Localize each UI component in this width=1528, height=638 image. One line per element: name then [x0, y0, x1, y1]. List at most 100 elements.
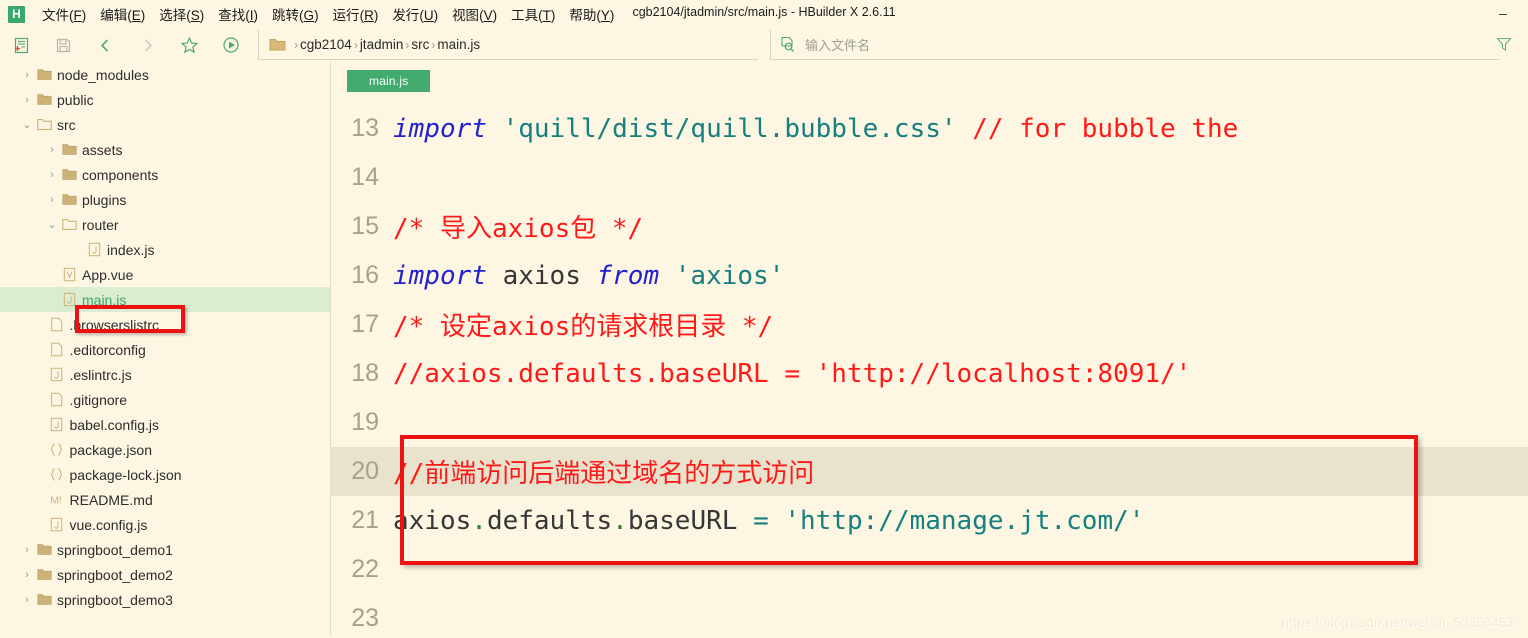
- breadcrumb-segment-jtadmin[interactable]: jtadmin: [360, 37, 404, 52]
- line-number: 14: [351, 163, 379, 191]
- chevron-right-icon[interactable]: ›: [20, 69, 34, 81]
- file-search-icon: [781, 36, 794, 52]
- tree-item-.browserslistrc[interactable]: .browserslistrc: [0, 312, 330, 337]
- code-token: //axios.defaults.baseURL = 'http://local…: [393, 358, 1192, 389]
- favorite-button[interactable]: [168, 30, 210, 60]
- code-token: //前端访问后端通过域名的方式访问: [393, 459, 815, 489]
- code-line-18[interactable]: 18 //axios.defaults.baseURL = 'http://loc…: [331, 349, 1528, 398]
- chevron-right-icon[interactable]: ›: [20, 544, 34, 556]
- menu-item-5[interactable]: 跳转(G): [265, 4, 326, 24]
- chevron-right-icon[interactable]: ›: [45, 194, 59, 206]
- file-search-input[interactable]: 输入文件名: [805, 35, 870, 54]
- code-line-14[interactable]: 14: [331, 153, 1528, 202]
- tree-item-.gitignore[interactable]: .gitignore: [0, 387, 330, 412]
- new-file-button[interactable]: [0, 30, 42, 60]
- tree-item-label: README.md: [69, 491, 153, 508]
- tree-item-icon: [59, 292, 79, 307]
- tree-item-.eslintrc.js[interactable]: .eslintrc.js: [0, 362, 330, 387]
- hbuilderx-window: H 文件(F) 编辑(E) 选择(S) 查找(I) 跳转(G) 运行(R) 发行(U) 视图(…: [0, 0, 1528, 638]
- tree-item-babel.config.js[interactable]: babel.config.js: [0, 412, 330, 437]
- tree-item-README.md[interactable]: M! README.md: [0, 487, 330, 512]
- code-line-13[interactable]: 13 import 'quill/dist/quill.bubble.css' /…: [331, 104, 1528, 153]
- tree-item-icon: [59, 217, 79, 232]
- breadcrumb-segments: › cgb2104 › jtadmin › src › main.js: [292, 37, 480, 52]
- tree-item-main.js[interactable]: main.js: [0, 287, 330, 312]
- code-line-17[interactable]: 17 /* 设定axios的请求根目录 */: [331, 300, 1528, 349]
- tree-item-icon: [47, 442, 67, 457]
- menu-item-label: 工具: [511, 8, 539, 23]
- line-number: 19: [351, 408, 379, 436]
- code-line-19[interactable]: 19: [331, 398, 1528, 447]
- folder-icon: [61, 169, 77, 180]
- minimize-button[interactable]: –: [1492, 5, 1514, 21]
- tree-item-assets[interactable]: › assets: [0, 137, 330, 162]
- tree-item-icon: [59, 142, 79, 157]
- folder-icon: [36, 69, 52, 80]
- menu-item-3[interactable]: 选择(S): [152, 4, 211, 24]
- tree-item-plugins[interactable]: › plugins: [0, 187, 330, 212]
- menu-item-9[interactable]: 工具(T): [504, 4, 562, 24]
- file-explorer[interactable]: › node_modules › public ⌄ src › assets › componen…: [0, 62, 330, 638]
- tree-item-springboot_demo1[interactable]: › springboot_demo1: [0, 537, 330, 562]
- line-number: 23: [351, 604, 379, 632]
- code-line-16[interactable]: 16 import axios from 'axios': [331, 251, 1528, 300]
- tree-item-components[interactable]: › components: [0, 162, 330, 187]
- tree-item-package-lock.json[interactable]: package-lock.json: [0, 462, 330, 487]
- breadcrumb-segment-main.js[interactable]: main.js: [437, 37, 480, 52]
- markdown-file-icon: M!: [50, 495, 62, 507]
- menu-item-4[interactable]: 查找(I): [211, 4, 265, 24]
- back-button[interactable]: [84, 30, 126, 60]
- tree-item-src[interactable]: ⌄ src: [0, 112, 330, 137]
- folder-icon: [36, 569, 52, 580]
- breadcrumb[interactable]: › cgb2104 › jtadmin › src › main.js: [258, 30, 758, 60]
- chevron-right-icon[interactable]: ›: [45, 144, 59, 156]
- menu-item-10[interactable]: 帮助(Y): [562, 4, 621, 24]
- chevron-down-icon[interactable]: ⌄: [20, 118, 34, 131]
- chevron-right-icon[interactable]: ›: [20, 594, 34, 606]
- menu-item-mnemonic: (R): [359, 8, 379, 23]
- tree-item-.editorconfig[interactable]: .editorconfig: [0, 337, 330, 362]
- menu-item-8[interactable]: 视图(V): [445, 4, 504, 24]
- tree-item-App.vue[interactable]: App.vue: [0, 262, 330, 287]
- chevron-down-icon[interactable]: ⌄: [45, 218, 59, 231]
- menu-item-6[interactable]: 运行(R): [326, 4, 386, 24]
- tree-item-package.json[interactable]: package.json: [0, 437, 330, 462]
- run-button[interactable]: [210, 30, 252, 60]
- menu-item-2[interactable]: 编辑(E): [93, 4, 152, 24]
- forward-button[interactable]: [126, 30, 168, 60]
- code-editor[interactable]: main.js 13 import 'quill/dist/quill.bubbl…: [331, 62, 1528, 638]
- breadcrumb-segment-cgb2104[interactable]: cgb2104: [300, 37, 352, 52]
- code-line-20[interactable]: 20 //前端访问后端通过域名的方式访问: [331, 447, 1528, 496]
- menu-item-mnemonic: (U): [419, 8, 439, 23]
- code-line-21[interactable]: 21 axios.defaults.baseURL = 'http://manag…: [331, 496, 1528, 545]
- tree-item-label: .eslintrc.js: [69, 366, 132, 383]
- breadcrumb-segment-src[interactable]: src: [411, 37, 429, 52]
- tree-item-springboot_demo2[interactable]: › springboot_demo2: [0, 562, 330, 587]
- tree-item-index.js[interactable]: index.js: [0, 237, 330, 262]
- app-logo-icon: H: [8, 5, 25, 23]
- chevron-right-icon[interactable]: ›: [45, 169, 59, 181]
- code-lines[interactable]: 13 import 'quill/dist/quill.bubble.css' /…: [331, 104, 1528, 638]
- tree-item-vue.config.js[interactable]: vue.config.js: [0, 512, 330, 537]
- code-line-22[interactable]: 22: [331, 545, 1528, 594]
- code-token: axios: [486, 260, 597, 291]
- menu-item-7[interactable]: 发行(U): [385, 4, 445, 24]
- tree-item-node_modules[interactable]: › node_modules: [0, 62, 330, 87]
- menu-item-label: 发行: [392, 8, 420, 23]
- tree-item-router[interactable]: ⌄ router: [0, 212, 330, 237]
- tree-item-public[interactable]: › public: [0, 87, 330, 112]
- save-button[interactable]: [42, 30, 84, 60]
- menu-item-mnemonic: (T): [538, 8, 556, 23]
- chevron-right-icon[interactable]: ›: [20, 569, 34, 581]
- tab-main-js[interactable]: main.js: [347, 70, 431, 92]
- chevron-right-icon[interactable]: ›: [20, 94, 34, 106]
- tree-item-label: vue.config.js: [69, 516, 148, 533]
- code-line-15[interactable]: 15 /* 导入axios包 */: [331, 202, 1528, 251]
- filter-icon[interactable]: [1496, 36, 1512, 52]
- tree-item-label: package-lock.json: [69, 466, 182, 483]
- menu-item-1[interactable]: 文件(F): [35, 4, 93, 24]
- file-search-box[interactable]: 输入文件名: [770, 30, 1500, 60]
- tree-item-icon: [59, 167, 79, 182]
- tree-item-springboot_demo3[interactable]: › springboot_demo3: [0, 587, 330, 612]
